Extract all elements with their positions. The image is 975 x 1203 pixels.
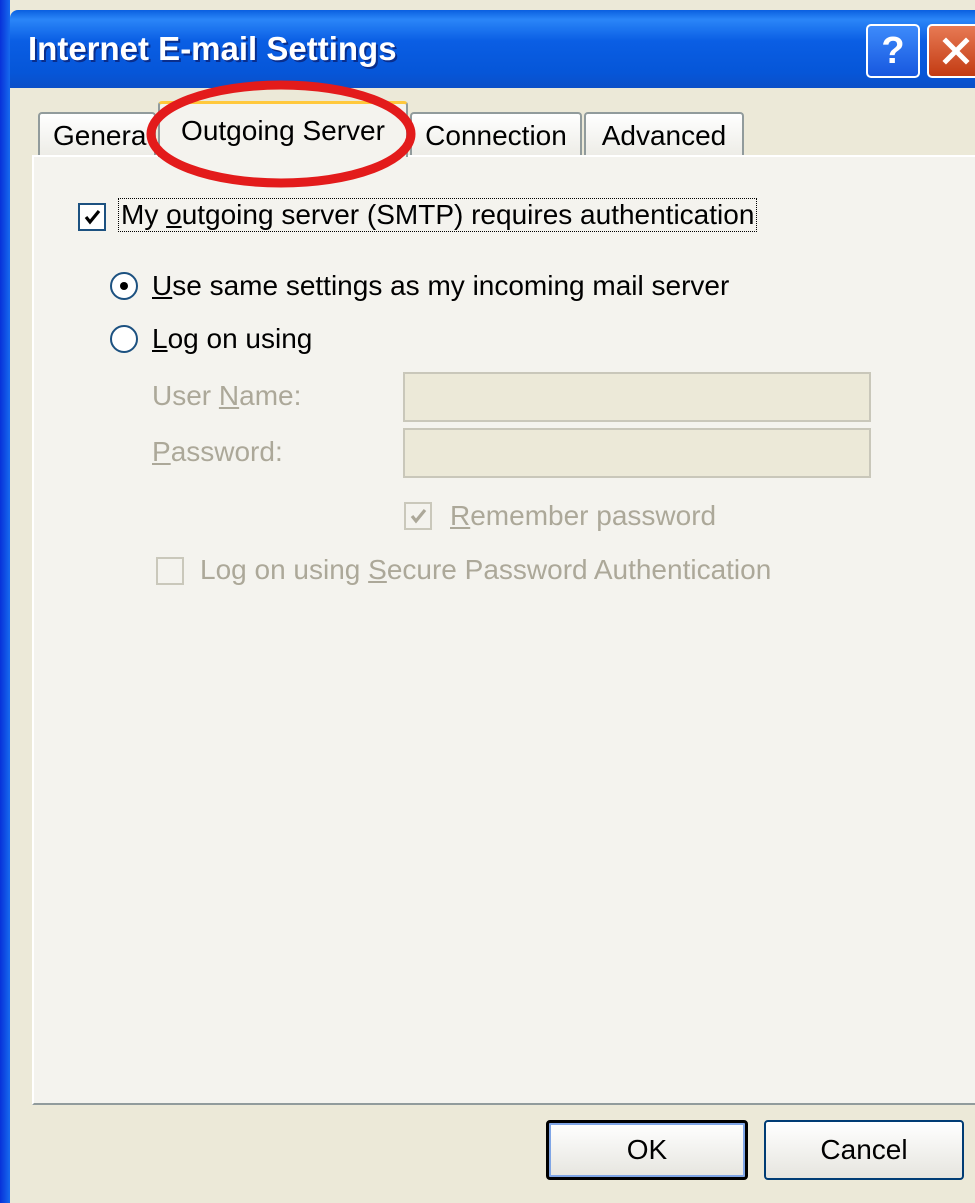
radio-dot-icon — [120, 282, 128, 290]
spa-label: Log on using Secure Password Authenticat… — [200, 554, 772, 585]
requires-auth-checkbox[interactable] — [78, 203, 106, 231]
password-input[interactable] — [403, 428, 871, 478]
log-on-using-radio[interactable] — [110, 325, 138, 353]
dialog-window: Internet E-mail Settings ? Genera Outgoi… — [0, 0, 975, 1203]
close-button[interactable] — [927, 24, 975, 78]
user-name-input[interactable] — [403, 372, 871, 422]
checkmark-icon — [410, 508, 427, 524]
password-label: Password: — [152, 436, 283, 467]
tab-connection[interactable]: Connection — [410, 112, 582, 158]
log-on-using-label[interactable]: Log on using — [152, 323, 312, 355]
tab-outgoing-server[interactable]: Outgoing Server — [158, 101, 408, 157]
cancel-button[interactable]: Cancel — [764, 1120, 964, 1180]
tab-general[interactable]: Genera — [38, 112, 156, 158]
tab-advanced[interactable]: Advanced — [584, 112, 744, 158]
remember-password-label: Remember password — [450, 500, 717, 531]
close-icon — [942, 37, 970, 65]
requires-auth-label[interactable]: My outgoing server (SMTP) requires authe… — [118, 198, 758, 232]
question-icon: ? — [881, 29, 905, 72]
window-title: Internet E-mail Settings — [28, 30, 397, 67]
ok-button[interactable]: OK — [546, 1120, 748, 1180]
title-bar[interactable]: Internet E-mail Settings ? — [10, 10, 975, 88]
same-settings-label[interactable]: Use same settings as my incoming mail se… — [152, 270, 729, 302]
remember-password-checkbox[interactable] — [404, 502, 432, 530]
checkmark-icon — [84, 209, 101, 225]
window-border — [0, 0, 10, 1203]
same-settings-radio[interactable] — [110, 272, 138, 300]
help-button[interactable]: ? — [866, 24, 920, 78]
spa-checkbox[interactable] — [156, 557, 184, 585]
user-name-label: User Name: — [152, 380, 302, 411]
